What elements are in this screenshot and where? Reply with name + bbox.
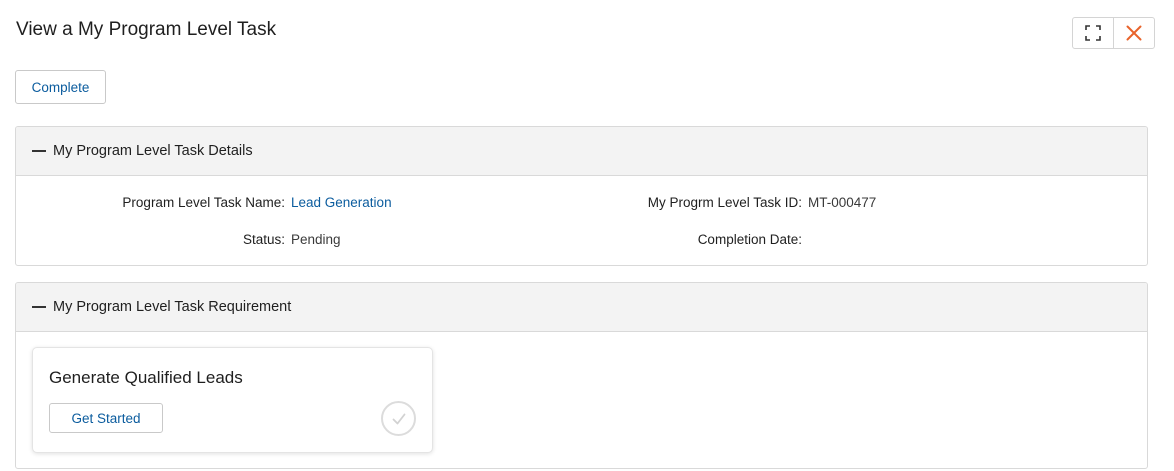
close-button[interactable] <box>1113 17 1155 49</box>
requirement-panel-title: My Program Level Task Requirement <box>53 299 292 315</box>
details-panel-header[interactable]: My Program Level Task Details <box>16 127 1147 176</box>
requirement-title: Generate Qualified Leads <box>49 368 243 387</box>
completion-date-label: Completion Date: <box>697 232 802 247</box>
task-id-label: My Progrm Level Task ID: <box>647 195 802 210</box>
requirement-panel-header[interactable]: My Program Level Task Requirement <box>16 283 1147 332</box>
get-started-button[interactable]: Get Started <box>49 403 163 433</box>
expand-icon <box>1085 25 1101 41</box>
expand-button[interactable] <box>1072 17 1114 49</box>
requirement-card: Generate Qualified Leads Get Started <box>32 347 433 453</box>
task-id-value: MT-000477 <box>808 195 877 210</box>
task-name-label: Program Level Task Name: <box>122 195 285 210</box>
details-panel: My Program Level Task Details Program Le… <box>15 126 1148 266</box>
requirement-panel: My Program Level Task Requirement Genera… <box>15 282 1148 469</box>
check-circle-icon <box>381 401 416 436</box>
page-title: View a My Program Level Task <box>16 19 277 40</box>
close-icon <box>1126 25 1142 41</box>
status-value: Pending <box>291 232 341 247</box>
complete-button[interactable]: Complete <box>15 70 106 104</box>
status-label: Status: <box>242 232 285 247</box>
collapse-icon[interactable] <box>32 150 46 152</box>
window-controls <box>1072 17 1155 49</box>
task-name-link[interactable]: Lead Generation <box>291 195 392 210</box>
collapse-icon[interactable] <box>32 306 46 308</box>
details-panel-title: My Program Level Task Details <box>53 143 253 159</box>
